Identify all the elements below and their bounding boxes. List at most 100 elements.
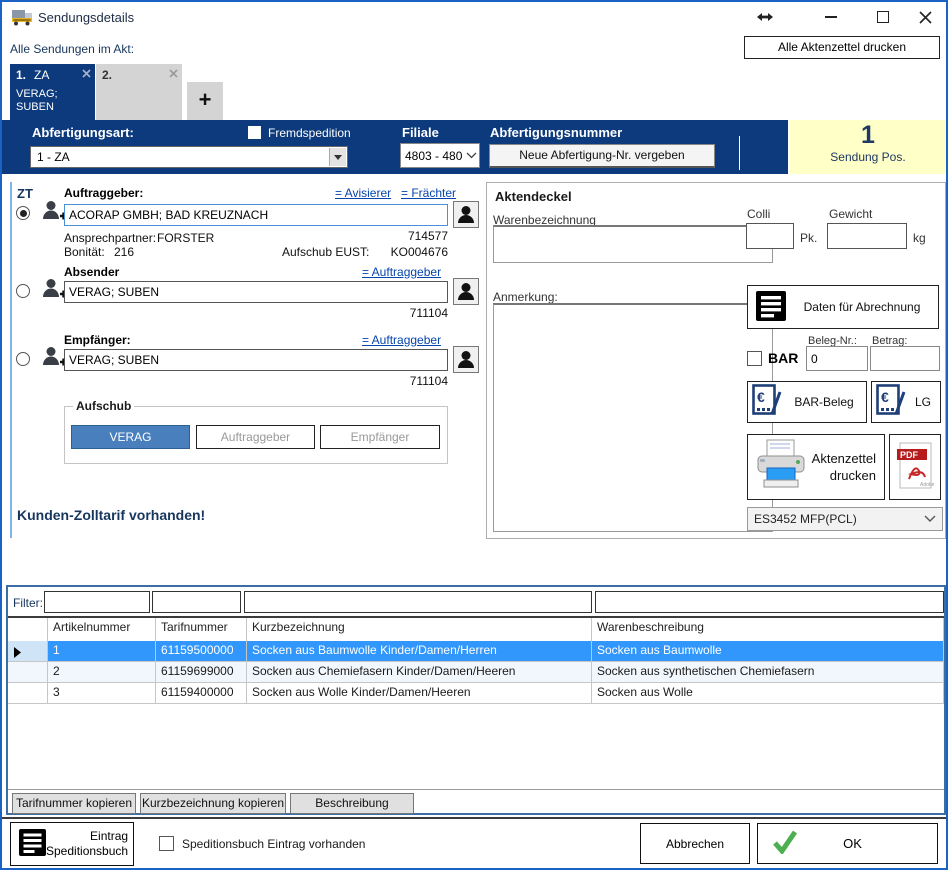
colli-label: Colli [747, 207, 770, 221]
bonitaet-value: 216 [114, 245, 134, 259]
colli-input[interactable] [746, 223, 794, 249]
aktendeckel-title: Aktendeckel [495, 189, 572, 204]
absender-person-button[interactable] [453, 278, 479, 305]
fraechter-link[interactable]: = Frächter [401, 186, 456, 200]
column-header[interactable]: Tarifnummer [156, 618, 247, 641]
auftraggeber-number: 714577 [302, 229, 448, 243]
tab-2-close-icon[interactable] [169, 67, 178, 81]
eintrag-speditionsbuch-button[interactable]: Eintrag Speditionsbuch [10, 822, 134, 866]
bar-beleg-button[interactable]: € BAR-Beleg [747, 381, 867, 423]
svg-text:€: € [881, 389, 889, 405]
absender-number: 711104 [302, 306, 448, 320]
tab-sendung-1[interactable]: 1.ZA VERAG; SUBEN [10, 64, 95, 120]
list-icon [756, 291, 786, 324]
speditionsbuch-checkbox[interactable] [159, 836, 174, 851]
abfertigungsart-select[interactable]: 1 - ZA [30, 146, 348, 168]
titlebar: Sendungsdetails [2, 2, 946, 32]
tarifnummer-kopieren-button[interactable]: Tarifnummer kopieren [12, 793, 136, 814]
betrag-input[interactable] [870, 346, 940, 371]
column-header[interactable]: Warenbeschreibung [592, 618, 944, 641]
add-tab-button[interactable]: + [187, 82, 223, 120]
column-header[interactable]: Kurzbezeichnung [247, 618, 592, 641]
warenbezeichnung-textarea[interactable] [493, 225, 773, 263]
gewicht-input[interactable] [827, 223, 907, 249]
printer-select[interactable]: ES3452 MFP(PCL) [747, 507, 943, 531]
auftraggeber-person-button[interactable] [453, 201, 479, 228]
svg-text:Adobe: Adobe [920, 482, 935, 488]
table-row[interactable]: 2 61159699000 Socken aus Chemiefasern Ki… [8, 662, 944, 683]
position-count: 1 [790, 120, 946, 150]
aufschub-empfaenger-button[interactable]: Empfänger [320, 425, 440, 449]
lg-button[interactable]: € LG [871, 381, 941, 423]
person-icon [457, 350, 475, 369]
neue-abfertigungsnummer-button[interactable]: Neue Abfertigung-Nr. vergeben [489, 144, 715, 168]
printer-icon [752, 438, 810, 497]
empfaenger-input[interactable] [64, 349, 448, 371]
bar-checkbox[interactable] [747, 351, 762, 366]
dropdown-arrow-icon[interactable] [329, 148, 346, 166]
aufschub-verag-button[interactable]: VERAG [71, 425, 190, 449]
person-icon [457, 282, 475, 301]
svg-text:€: € [757, 389, 765, 405]
empfaenger-auftraggeber-link[interactable]: = Auftraggeber [362, 333, 441, 347]
person-icon [457, 205, 475, 224]
absender-input[interactable] [64, 281, 448, 303]
table-header-row: Artikelnummer Tarifnummer Kurzbezeichnun… [8, 618, 944, 641]
abbrechen-button[interactable]: Abbrechen [640, 823, 750, 864]
kurzbezeichnung-kopieren-button[interactable]: Kurzbezeichnung kopieren [140, 793, 286, 814]
ansprechpartner-label: Ansprechpartner: [64, 231, 156, 245]
absender-radio[interactable] [16, 284, 30, 298]
aufschub-eust-value: KO004676 [368, 245, 448, 259]
beleg-nr-input[interactable] [806, 346, 868, 371]
dispatch-banner: Abfertigungsart: 1 - ZA Fremdspedition F… [2, 120, 946, 174]
fremdspedition-label: Fremdspedition [268, 126, 351, 140]
filiale-label: Filiale [402, 125, 439, 140]
gewicht-unit: kg [913, 231, 926, 245]
auftraggeber-label: Auftraggeber: [64, 186, 143, 200]
ansprechpartner-value: FORSTER [157, 231, 214, 245]
abfertigungsnummer-label: Abfertigungsnummer [490, 125, 622, 140]
current-row-arrow-icon [13, 647, 22, 658]
filiale-select[interactable]: 4803 - 480 [400, 143, 480, 168]
svg-text:PDF: PDF [900, 450, 919, 460]
daten-fuer-abrechnung-button[interactable]: Daten für Abrechnung [747, 285, 939, 329]
empfaenger-number: 711104 [302, 374, 448, 388]
tab-sendung-2[interactable]: 2. [96, 64, 182, 120]
chevron-down-icon [466, 152, 477, 159]
auftraggeber-input[interactable] [64, 204, 448, 226]
anmerkung-textarea[interactable] [493, 303, 773, 532]
pdf-button[interactable]: PDF Adobe [889, 434, 941, 500]
sendungsdetails-window: Sendungsdetails Alle Sendungen im Akt: A… [0, 0, 948, 870]
left-panel-accent [10, 182, 12, 538]
chevron-down-icon [924, 515, 936, 523]
filter-warenbeschreibung-input[interactable] [595, 591, 944, 613]
aktenzettel-drucken-button[interactable]: Aktenzettel drucken [747, 434, 885, 500]
alle-aktenzettel-drucken-button[interactable]: Alle Aktenzettel drucken [744, 36, 940, 59]
minimize-icon[interactable] [820, 7, 842, 27]
empfaenger-person-button[interactable] [453, 346, 479, 373]
filter-tarifnummer-input[interactable] [152, 591, 241, 613]
resize-icon[interactable] [754, 7, 776, 27]
aufschub-auftraggeber-button[interactable]: Auftraggeber [196, 425, 315, 449]
auftraggeber-radio[interactable] [16, 206, 30, 220]
banner-separator [739, 136, 740, 170]
ok-button[interactable]: OK [757, 823, 938, 864]
checkmark-icon [772, 830, 798, 857]
empfaenger-radio[interactable] [16, 352, 30, 366]
close-icon[interactable] [914, 7, 936, 27]
speditionsbuch-checkbox-label: Speditionsbuch Eintrag vorhanden [182, 837, 365, 851]
avisierer-link[interactable]: = Avisierer [335, 186, 391, 200]
maximize-icon[interactable] [872, 7, 894, 27]
filter-kurzbezeichnung-input[interactable] [244, 591, 592, 613]
beschreibung-kopieren-button[interactable]: Beschreibung kopieren [290, 793, 414, 814]
zolltarif-note: Kunden-Zolltarif vorhanden! [17, 507, 205, 523]
table-row[interactable]: 3 61159400000 Socken aus Wolle Kinder/Da… [8, 683, 944, 704]
table-row[interactable]: 1 61159500000 Socken aus Baumwolle Kinde… [8, 641, 944, 662]
list-icon [19, 829, 46, 859]
tab-1-close-icon[interactable] [82, 67, 91, 81]
column-header[interactable]: Artikelnummer [48, 618, 156, 641]
filter-artikelnummer-input[interactable] [44, 591, 150, 613]
absender-auftraggeber-link[interactable]: = Auftraggeber [362, 265, 441, 279]
absender-label: Absender [64, 265, 119, 279]
fremdspedition-checkbox[interactable] [248, 126, 261, 139]
